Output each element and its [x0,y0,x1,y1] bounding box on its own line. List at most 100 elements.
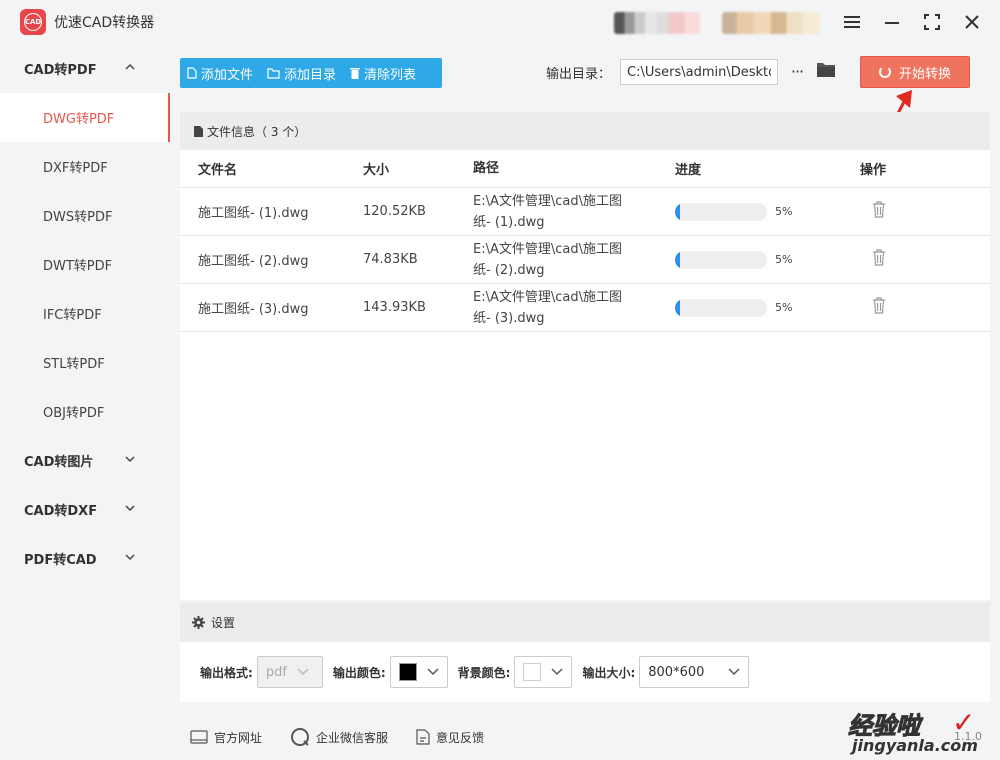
file-path: E:\A文件管理\cad\施工图 纸- (2).dwg [473,239,675,281]
progress-bar [675,202,767,221]
sidebar-item-ifc-to-pdf[interactable]: IFC转PDF [0,289,170,338]
minimize-icon[interactable] [880,10,904,34]
file-info-header: 文件信息（ 3 个） [180,112,990,150]
sidebar-item-dws-to-pdf[interactable]: DWS转PDF [0,191,170,240]
feedback-link[interactable]: 意见反馈 [416,729,484,746]
output-color-picker[interactable] [389,656,448,688]
progress-fill [675,202,680,221]
sidebar-group-label: CAD转PDF [24,63,97,78]
progress-fill [675,250,680,269]
settings-row: 输出格式: pdf 输出颜色: 背景颜色: 输出大小: 800*600 [180,642,990,702]
sidebar-item-obj-to-pdf[interactable]: OBJ转PDF [0,387,170,436]
chevron-down-icon [728,668,740,676]
file-path-line1: E:\A文件管理\cad\施工图 [473,289,622,305]
official-website-link[interactable]: 官方网址 [190,729,262,746]
file-path: E:\A文件管理\cad\施工图 纸- (1).dwg [473,191,675,233]
clear-list-button[interactable]: 清除列表 [343,58,423,88]
output-dir-input[interactable] [620,59,778,85]
file-path: E:\A文件管理\cad\施工图 纸- (3).dwg [473,287,675,329]
file-path-line2: 纸- (3).dwg [473,310,545,326]
file-size: 74.83KB [363,252,418,267]
sidebar-item-dxf-to-pdf[interactable]: DXF转PDF [0,142,170,191]
file-path-line2: 纸- (2).dwg [473,262,545,278]
file-name: 施工图纸- (1).dwg [198,206,309,221]
feedback-icon [416,729,430,745]
output-format-label: 输出格式: [200,665,253,680]
chevron-down-icon [125,554,135,561]
progress-bar [675,298,767,317]
col-path: 路径 [473,161,500,176]
start-convert-button[interactable]: 开始转换 [860,56,970,88]
add-file-label: 添加文件 [201,67,254,83]
progress-fill [675,298,680,317]
output-format-select[interactable]: pdf [256,656,323,688]
title-bar: CAD 优速CAD转换器 [0,0,1000,44]
file-list-panel: 文件信息（ 3 个） 文件名 大小 路径 进度 操作 施工图纸- (1).dwg… [180,112,990,600]
table-row: 施工图纸- (1).dwg 120.52KB E:\A文件管理\cad\施工图 … [180,188,990,236]
add-directory-button[interactable]: 添加目录 [260,58,343,88]
menu-icon[interactable] [840,10,864,34]
background-color-picker[interactable] [514,656,573,688]
main-area: 添加文件 添加目录 清除列表 输出目录： ··· 开始转换 文件信息（ 3 个）… [170,44,1000,760]
app-logo-icon: CAD [20,9,46,35]
background-color-swatch [523,663,542,681]
wechat-service-label: 企业微信客服 [316,730,389,745]
file-size: 120.52KB [363,204,426,219]
col-size: 大小 [363,163,390,178]
file-path-line2: 纸- (1).dwg [473,214,545,230]
sidebar-group-label: PDF转CAD [24,553,97,568]
progress-bar [675,250,767,269]
add-directory-label: 添加目录 [284,67,337,83]
sidebar-group-cad-to-image[interactable]: CAD转图片 [0,436,170,485]
add-file-button[interactable]: 添加文件 [180,58,260,88]
wechat-service-link[interactable]: 企业微信客服 [290,727,388,747]
output-format-value: pdf [265,664,287,680]
progress-percent: 5% [775,205,793,218]
file-progress: 5% [675,202,858,221]
more-options-button[interactable]: ··· [786,59,808,83]
delete-icon[interactable] [858,249,978,270]
output-dir-label: 输出目录： [546,67,612,82]
sidebar-group-pdf-to-cad[interactable]: PDF转CAD [0,534,170,583]
settings-header: 设置 [180,602,990,642]
feedback-label: 意见反馈 [436,730,485,745]
sidebar-item-dwg-to-pdf[interactable]: DWG转PDF [0,93,170,142]
sidebar-item-dwt-to-pdf[interactable]: DWT转PDF [0,240,170,289]
folder-outline-icon [267,67,280,79]
sidebar-group-cad-to-pdf[interactable]: CAD转PDF [0,44,170,93]
file-progress: 5% [675,298,858,317]
sidebar-group-label: CAD转图片 [24,455,94,470]
checkmark-icon: ✓ [952,706,976,739]
watermark-url: jingyanla.com [852,736,978,755]
clear-list-label: 清除列表 [364,67,417,83]
delete-icon[interactable] [858,297,978,318]
chevron-down-icon [551,668,563,676]
sidebar-group-label: CAD转DXF [24,504,98,519]
delete-icon[interactable] [858,201,978,222]
sidebar-item-stl-to-pdf[interactable]: STL转PDF [0,338,170,387]
background-color-label: 背景颜色: [457,665,511,680]
file-name: 施工图纸- (2).dwg [198,254,309,269]
col-name: 文件名 [198,163,238,178]
file-path-line1: E:\A文件管理\cad\施工图 [473,193,622,209]
file-progress: 5% [675,250,858,269]
file-path-line1: E:\A文件管理\cad\施工图 [473,241,622,257]
settings-panel: 设置 输出格式: pdf 输出颜色: 背景颜色: 输出大小: 800*600 [180,602,990,702]
folder-icon[interactable] [816,61,836,79]
output-size-label: 输出大小: [582,665,636,680]
table-row: 施工图纸- (2).dwg 74.83KB E:\A文件管理\cad\施工图 纸… [180,236,990,284]
output-color-swatch [398,663,417,681]
watermark-logo: 经验啦 ✓ jingyanla.com [848,706,988,756]
app-title: 优速CAD转换器 [54,15,155,31]
col-progress: 进度 [675,163,702,178]
website-icon [190,730,208,744]
maximize-icon[interactable] [920,10,944,34]
table-row: 施工图纸- (3).dwg 143.93KB E:\A文件管理\cad\施工图 … [180,284,990,332]
close-icon[interactable] [960,10,984,34]
sidebar-group-cad-to-dxf[interactable]: CAD转DXF [0,485,170,534]
progress-percent: 5% [775,301,793,314]
file-size: 143.93KB [363,300,426,315]
chat-icon [291,728,310,746]
output-size-select[interactable]: 800*600 [639,656,750,688]
settings-title: 设置 [211,615,236,630]
